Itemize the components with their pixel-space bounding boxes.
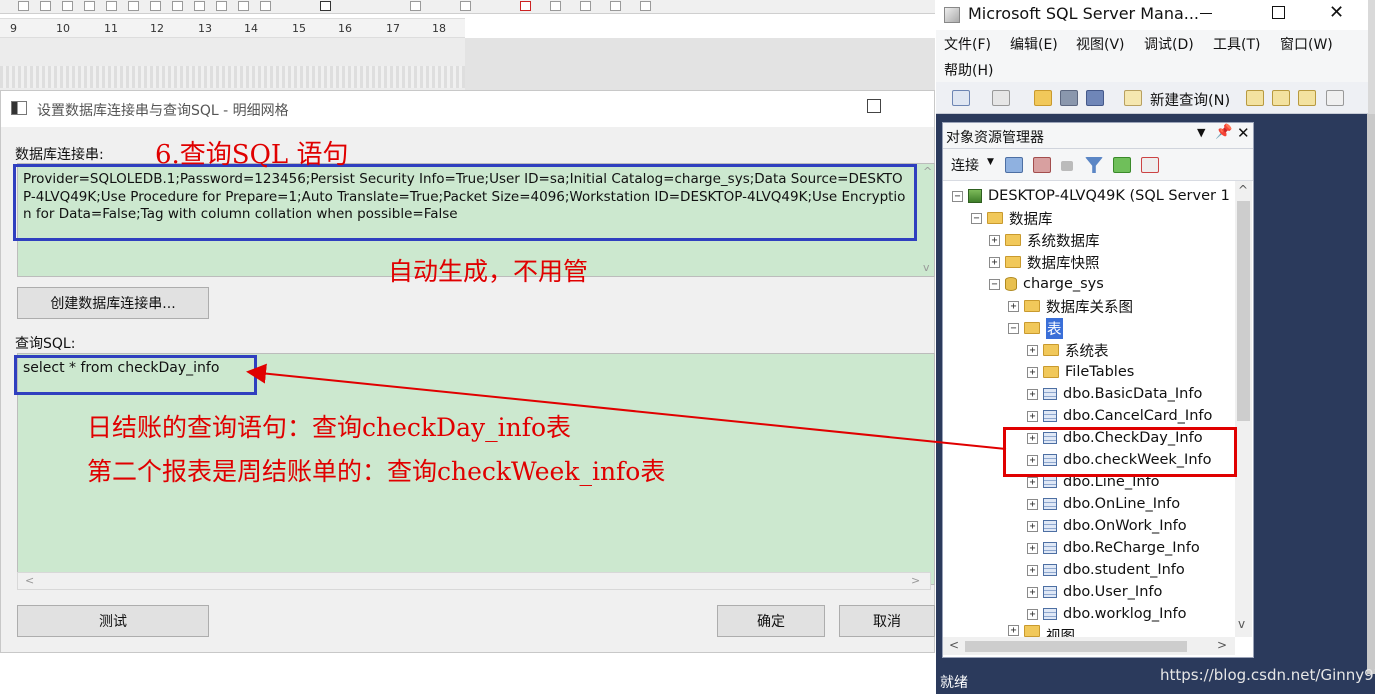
arrow-line (246, 363, 1007, 450)
annotation-arrow (246, 363, 1007, 450)
